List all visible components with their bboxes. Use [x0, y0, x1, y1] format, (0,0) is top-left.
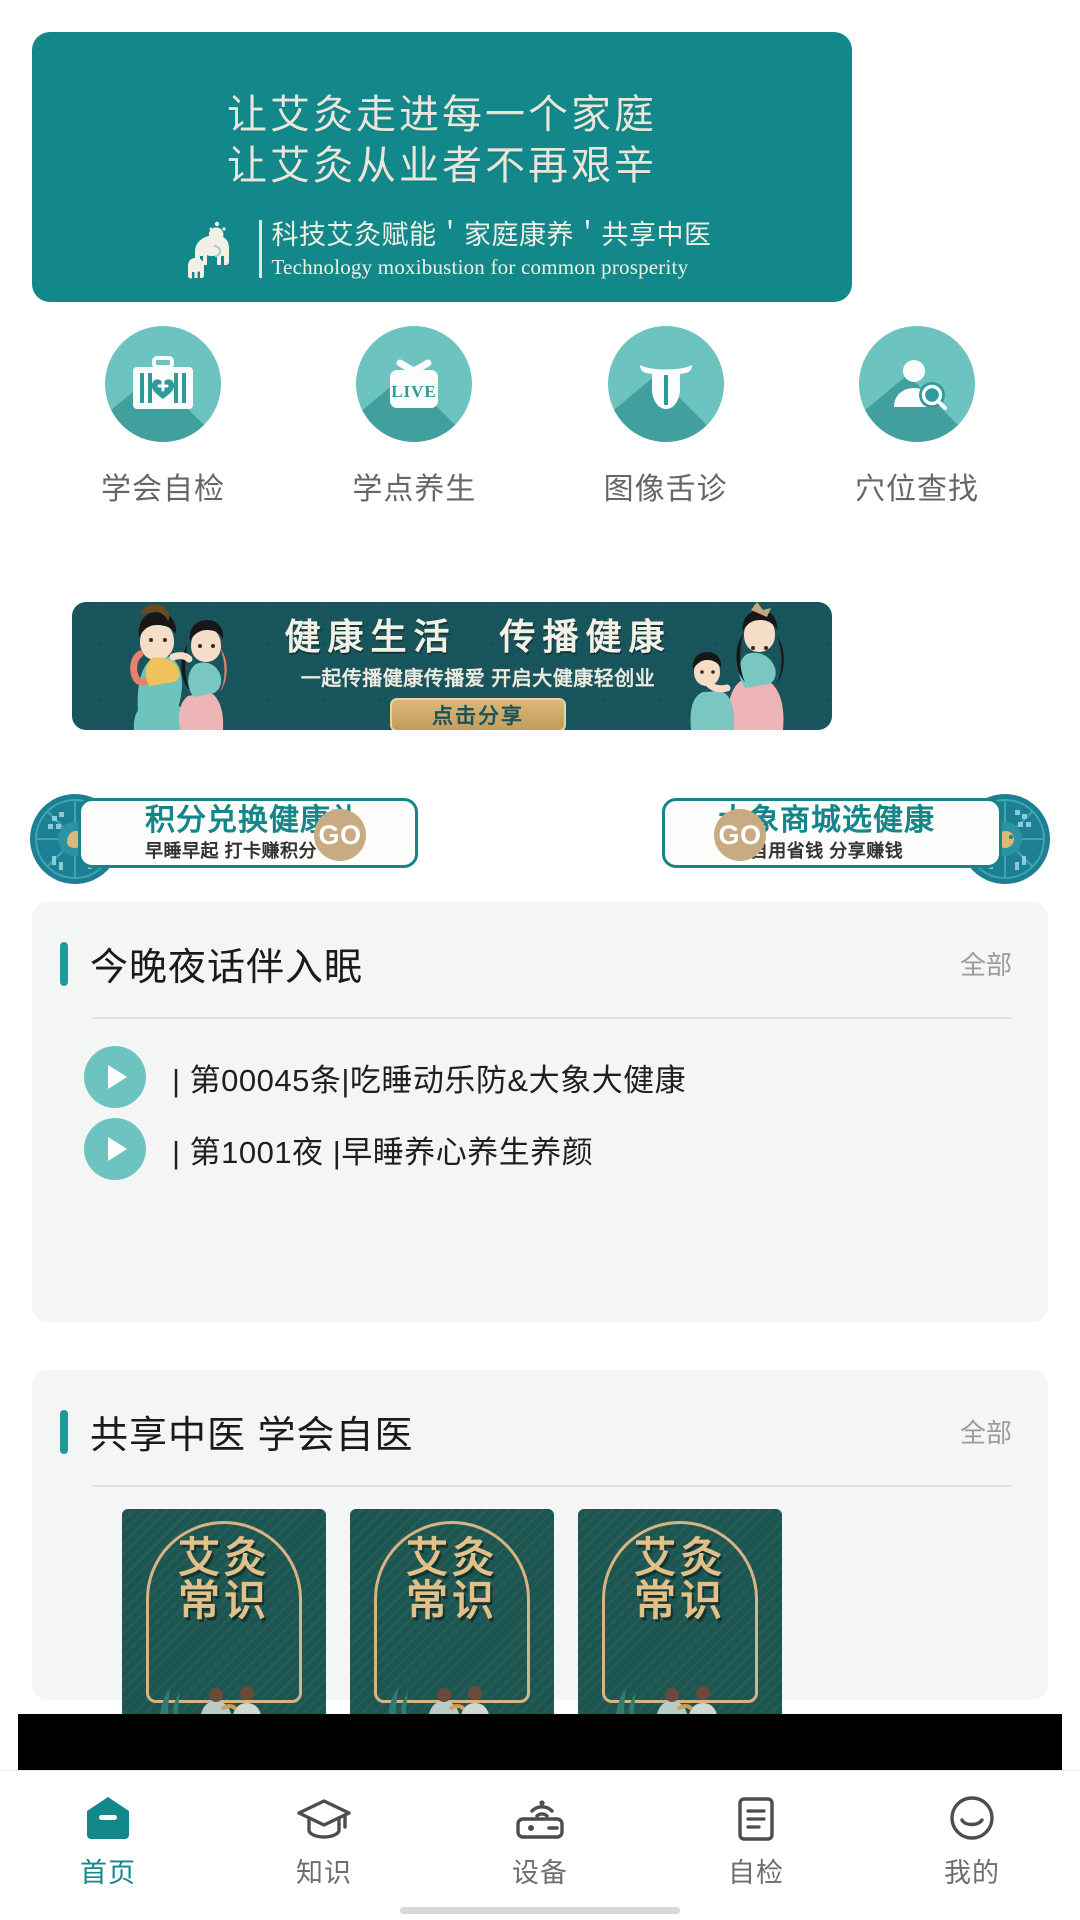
- list-item[interactable]: | 第1001夜 |早睡养心养生养颜: [84, 1113, 1012, 1185]
- night-talk-section: 今晚夜话伴入眠 全部 | 第00045条|吃睡动乐防&大象大健康 | 第1001…: [32, 902, 1048, 1322]
- tab-label: 自检: [728, 1858, 784, 1888]
- quick-action-label: 学点养生: [352, 473, 477, 506]
- list-item[interactable]: | 第00045条|吃睡动乐防&大象大健康: [84, 1041, 1012, 1113]
- tab-label: 我的: [944, 1858, 1000, 1888]
- quick-actions-row: 学会自检 LIVE 学点养生 图像舌诊 穴位查找: [32, 326, 1048, 508]
- quick-action-label: 图像舌诊: [603, 473, 728, 506]
- medical-kit-icon: [105, 326, 221, 442]
- hero-tagline-en: Technology moxibustion for common prospe…: [271, 254, 689, 279]
- acupoint-search-icon: [858, 326, 975, 442]
- promo-copy: 健康生活 传播健康 一起传播健康传播爱 开启大健康轻创业 点击分享: [268, 618, 688, 730]
- bottom-black-strip: [18, 1714, 1062, 1770]
- points-exchange-body: 积分兑换健康礼 早睡早起 打卡赚积分: [78, 798, 418, 868]
- tcm-card-line1: 艾灸: [177, 1534, 270, 1581]
- tcm-header: 共享中医 学会自医 全部: [32, 1370, 1048, 1459]
- hero-headline-line1: 让艾灸走进每一个家庭: [227, 93, 657, 137]
- hero-banner[interactable]: 让艾灸走进每一个家庭 让艾灸从业者不再艰辛 科技艾灸赋能＇家庭康养＇共享中医 T…: [32, 32, 852, 302]
- moxibustion-poster-icon[interactable]: 艾灸 常识: [122, 1509, 326, 1735]
- tcm-card-caption: 艾灸 常识: [122, 1534, 326, 1624]
- tab-label: 知识: [296, 1858, 352, 1888]
- section-accent-bar: [60, 941, 68, 986]
- svg-text:LIVE: LIVE: [392, 382, 438, 401]
- night-talk-view-all[interactable]: 全部: [960, 945, 1012, 982]
- share-button[interactable]: 点击分享: [390, 697, 566, 730]
- tcm-card-line2: 常识: [405, 1576, 498, 1624]
- tab-self-check[interactable]: 自检: [648, 1789, 864, 1890]
- section-accent-bar: [60, 1409, 68, 1454]
- clipboard-icon: [648, 1789, 864, 1847]
- tcm-card-line2: 常识: [177, 1576, 270, 1624]
- tab-knowledge[interactable]: 知识: [216, 1789, 432, 1890]
- moxibustion-poster-icon[interactable]: 艾灸 常识: [578, 1509, 782, 1735]
- tcm-card-line1: 艾灸: [633, 1534, 726, 1581]
- hero-footer: 科技艾灸赋能＇家庭康养＇共享中医 Technology moxibustion …: [32, 218, 852, 280]
- smiley-face-icon: [864, 1789, 1080, 1847]
- hanfu-mother-child-icon: [667, 602, 802, 730]
- go-button[interactable]: GO: [714, 809, 766, 861]
- tab-label: 设备: [512, 1858, 568, 1888]
- go-button[interactable]: GO: [314, 809, 366, 861]
- share-button-label: 点击分享: [432, 704, 524, 728]
- go-cards-row: 积分兑换健康礼 早睡早起 打卡赚积分 GO 大象商城选健康 自用省钱 分享赚钱 …: [28, 792, 1052, 884]
- hero-headline-line2: 让艾灸从业者不再艰辛: [227, 144, 657, 189]
- share-promo-banner[interactable]: 健康生活 传播健康 一起传播健康传播爱 开启大健康轻创业 点击分享: [72, 602, 832, 730]
- tcm-card-line1: 艾灸: [405, 1534, 498, 1581]
- home-icon: [0, 1789, 216, 1847]
- night-talk-header: 今晚夜话伴入眠 全部: [32, 902, 1048, 991]
- points-exchange-card[interactable]: 积分兑换健康礼 早睡早起 打卡赚积分 GO: [28, 792, 432, 884]
- elephant-mall-body: 大象商城选健康 自用省钱 分享赚钱: [662, 798, 1002, 868]
- quick-action-label: 穴位查找: [854, 473, 979, 506]
- play-icon[interactable]: [84, 1046, 146, 1108]
- live-broadcast-icon: LIVE: [356, 326, 473, 442]
- list-item-label: | 第00045条|吃睡动乐防&大象大健康: [172, 1062, 687, 1098]
- tcm-view-all[interactable]: 全部: [960, 1413, 1012, 1450]
- promo-title: 健康生活 传播健康: [284, 616, 672, 657]
- promo-subtitle: 一起传播健康传播爱 开启大健康轻创业: [300, 667, 656, 690]
- home-indicator: [400, 1907, 680, 1914]
- tab-device[interactable]: 设备: [432, 1789, 648, 1890]
- app-screen: 让艾灸走进每一个家庭 让艾灸从业者不再艰辛 科技艾灸赋能＇家庭康养＇共享中医 T…: [0, 0, 1080, 1920]
- tab-home[interactable]: 首页: [0, 1789, 216, 1890]
- list-item-label: | 第1001夜 |早睡养心养生养颜: [172, 1134, 594, 1170]
- night-talk-title: 今晚夜话伴入眠: [90, 947, 364, 989]
- tcm-card-caption: 艾灸 常识: [578, 1534, 782, 1624]
- two-hanfu-ladies-icon: [110, 602, 260, 730]
- elephant-logo-icon: [173, 218, 249, 280]
- quick-action-health-live[interactable]: LIVE 学点养生: [339, 326, 489, 508]
- tcm-card-grid: 艾灸 常识 艾灸 常识 艾灸 常识: [32, 1487, 1048, 1735]
- tcm-card-line2: 常识: [633, 1576, 726, 1624]
- tab-profile[interactable]: 我的: [864, 1789, 1080, 1890]
- tab-label: 首页: [80, 1858, 136, 1888]
- tcm-title: 共享中医 学会自医: [90, 1415, 414, 1457]
- graduation-cap-icon: [216, 1789, 432, 1847]
- tongue-diagnosis-icon: [607, 326, 724, 442]
- hero-tagline-cn: 科技艾灸赋能＇家庭康养＇共享中医: [271, 220, 712, 251]
- quick-action-label: 学会自检: [101, 473, 225, 506]
- night-talk-list: | 第00045条|吃睡动乐防&大象大健康 | 第1001夜 |早睡养心养生养颜: [32, 1019, 1048, 1185]
- play-icon[interactable]: [84, 1118, 146, 1180]
- quick-action-acupoint-search[interactable]: 穴位查找: [842, 326, 992, 508]
- hero-headline: 让艾灸走进每一个家庭 让艾灸从业者不再艰辛: [32, 32, 852, 192]
- hero-tagline-group: 科技艾灸赋能＇家庭康养＇共享中医 Technology moxibustion …: [272, 219, 712, 279]
- device-wifi-icon: [432, 1789, 648, 1847]
- tcm-card-caption: 艾灸 常识: [350, 1534, 554, 1624]
- quick-action-self-check[interactable]: 学会自检: [88, 326, 238, 508]
- hero-divider: [258, 220, 262, 279]
- bottom-tab-bar: 首页 知识 设备 自检 我的: [0, 1770, 1080, 1920]
- tcm-section: 共享中医 学会自医 全部 艾灸 常识 艾灸 常识 艾灸 常识: [32, 1370, 1048, 1735]
- moxibustion-poster-icon[interactable]: 艾灸 常识: [350, 1509, 554, 1735]
- quick-action-tongue-diagnosis[interactable]: 图像舌诊: [591, 326, 741, 508]
- elephant-mall-card[interactable]: 大象商城选健康 自用省钱 分享赚钱 GO: [648, 792, 1052, 884]
